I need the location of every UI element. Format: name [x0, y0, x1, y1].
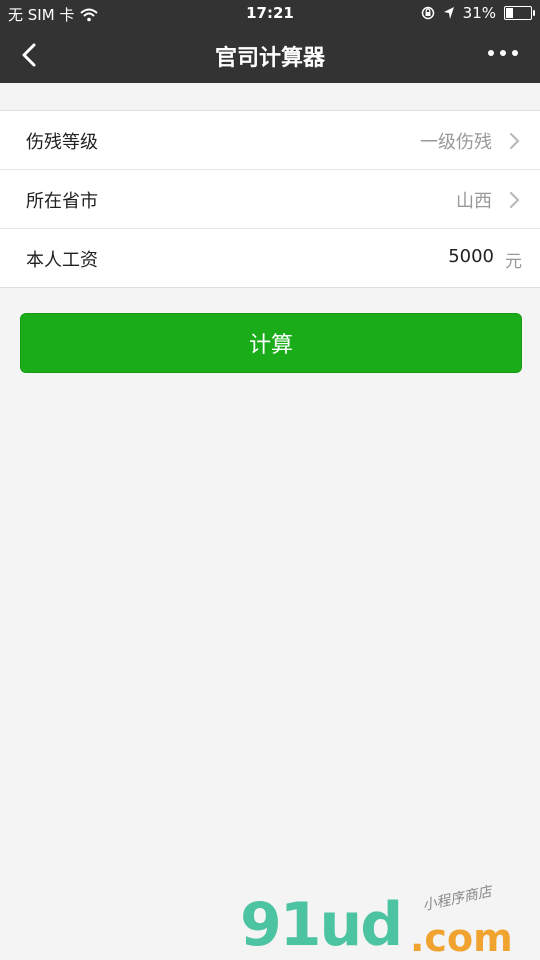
disability-level-value: 一级伤残 [420, 132, 492, 153]
chevron-right-icon [509, 132, 520, 150]
disability-level-row[interactable]: 伤残等级 一级伤残 [0, 111, 540, 170]
battery-icon [504, 6, 535, 20]
status-right: 31% [421, 4, 535, 22]
location-arrow-icon [443, 7, 454, 19]
battery-fill [506, 8, 514, 18]
more-icon[interactable] [488, 50, 518, 56]
more-dot [488, 50, 494, 56]
salary-input[interactable]: 5000 [448, 246, 494, 267]
row-label: 伤残等级 [26, 132, 98, 153]
chevron-right-icon [509, 191, 520, 209]
form-panel: 伤残等级 一级伤残 所在省市 山西 本人工资 5000 元 [0, 110, 540, 288]
battery-percent: 31% [462, 4, 496, 22]
watermark-domain: .com [410, 916, 513, 960]
watermark-main: 91ud [240, 890, 403, 960]
calculate-button[interactable]: 计算 [20, 313, 522, 373]
orientation-lock-icon [421, 6, 434, 20]
salary-unit: 元 [505, 252, 522, 272]
watermark-logo: 91ud .com 小程序商店 [240, 884, 530, 960]
status-bar: 无 SIM 卡 17:21 31% [0, 0, 540, 28]
province-row[interactable]: 所在省市 山西 [0, 170, 540, 229]
more-dot [500, 50, 506, 56]
page-title: 官司计算器 [214, 46, 325, 71]
province-value: 山西 [456, 191, 492, 212]
watermark-subtitle: 小程序商店 [421, 883, 494, 915]
salary-row[interactable]: 本人工资 5000 元 [0, 229, 540, 287]
row-label: 本人工资 [26, 250, 98, 271]
nav-bar: 官司计算器 [0, 28, 540, 83]
more-dot [512, 50, 518, 56]
row-label: 所在省市 [26, 191, 98, 212]
